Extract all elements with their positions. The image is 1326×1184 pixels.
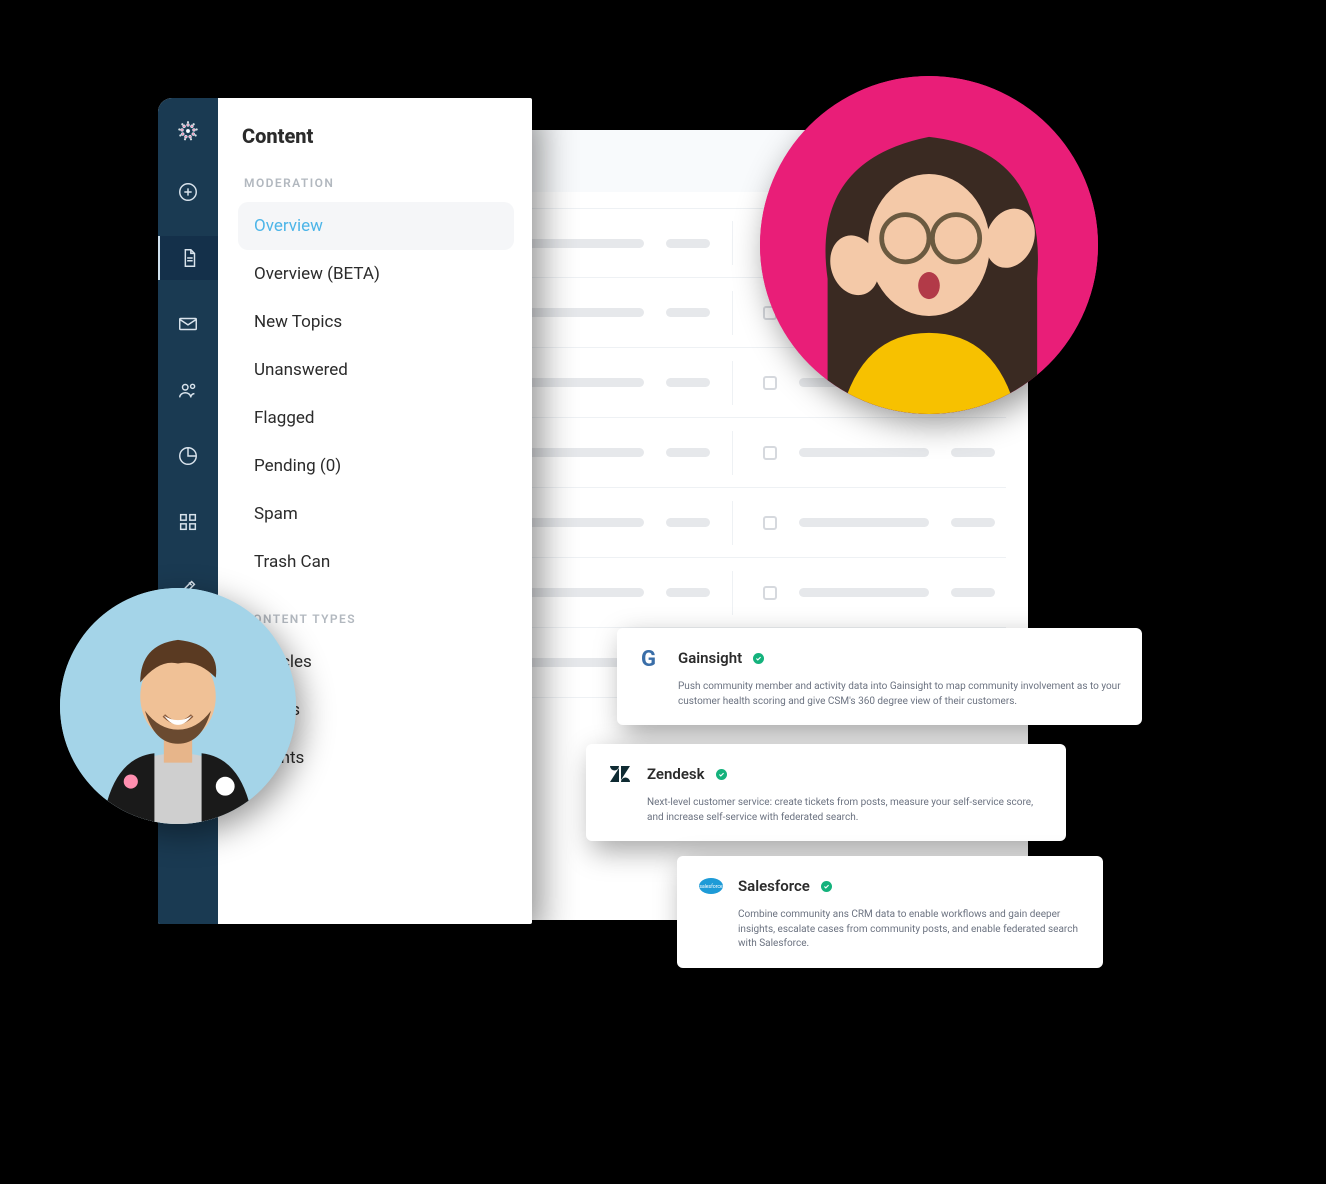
placeholder-text xyxy=(666,448,710,457)
placeholder-text xyxy=(951,588,995,597)
avatar-man xyxy=(60,588,296,824)
column-separator xyxy=(732,221,733,265)
placeholder-text xyxy=(666,378,710,387)
table-row[interactable] xyxy=(514,488,1006,558)
placeholder-text xyxy=(666,308,710,317)
integration-description: Next-level customer service: create tick… xyxy=(647,796,1048,825)
app-logo-icon[interactable] xyxy=(171,114,205,148)
add-icon[interactable] xyxy=(170,170,206,214)
placeholder-text xyxy=(514,308,644,317)
placeholder-text xyxy=(514,239,644,248)
gainsight-icon: G xyxy=(635,642,667,674)
document-icon[interactable] xyxy=(158,236,218,280)
verified-icon xyxy=(716,769,727,780)
placeholder-text xyxy=(799,448,929,457)
apps-icon[interactable] xyxy=(170,500,206,544)
table-row[interactable] xyxy=(514,418,1006,488)
avatar-woman xyxy=(760,76,1098,414)
column-separator xyxy=(732,361,733,405)
verified-icon xyxy=(753,653,764,664)
salesforce-icon: salesforce xyxy=(695,870,727,902)
panel-title: Content xyxy=(242,124,514,148)
column-separator xyxy=(732,431,733,475)
placeholder-text xyxy=(666,588,710,597)
placeholder-text xyxy=(514,518,644,527)
placeholder-text xyxy=(799,518,929,527)
integration-title: Salesforce xyxy=(738,877,810,895)
placeholder-text xyxy=(799,588,929,597)
integration-card-gainsight[interactable]: G Gainsight Push community member and ac… xyxy=(617,628,1142,725)
menu-item-unanswered[interactable]: Unanswered xyxy=(238,346,514,394)
table-row[interactable] xyxy=(514,558,1006,628)
placeholder-text xyxy=(514,588,644,597)
users-icon[interactable] xyxy=(170,368,206,412)
menu-item-new-topics[interactable]: New Topics xyxy=(238,298,514,346)
menu-item-flagged[interactable]: Flagged xyxy=(238,394,514,442)
placeholder-text xyxy=(666,239,710,248)
zendesk-icon xyxy=(604,758,636,790)
menu-item-overview-beta[interactable]: Overview (BETA) xyxy=(238,250,514,298)
verified-icon xyxy=(821,881,832,892)
column-separator xyxy=(732,291,733,335)
row-checkbox[interactable] xyxy=(763,586,777,600)
menu-item-trash[interactable]: Trash Can xyxy=(238,538,514,586)
menu-item-pending[interactable]: Pending (0) xyxy=(238,442,514,490)
analytics-icon[interactable] xyxy=(170,434,206,478)
placeholder-text xyxy=(951,518,995,527)
placeholder-text xyxy=(666,518,710,527)
menu-item-spam[interactable]: Spam xyxy=(238,490,514,538)
integration-title: Gainsight xyxy=(678,649,742,667)
column-separator xyxy=(732,501,733,545)
integration-description: Push community member and activity data … xyxy=(678,680,1124,709)
row-checkbox[interactable] xyxy=(763,446,777,460)
row-checkbox[interactable] xyxy=(763,516,777,530)
svg-text:G: G xyxy=(641,647,656,672)
integration-card-zendesk[interactable]: Zendesk Next-level customer service: cre… xyxy=(586,744,1066,841)
placeholder-text xyxy=(514,448,644,457)
mail-icon[interactable] xyxy=(170,302,206,346)
svg-text:salesforce: salesforce xyxy=(699,883,723,890)
placeholder-text xyxy=(951,448,995,457)
section-header-moderation: MODERATION xyxy=(244,176,514,190)
column-separator xyxy=(732,571,733,615)
integration-description: Combine community ans CRM data to enable… xyxy=(738,908,1085,952)
integration-card-salesforce[interactable]: salesforce Salesforce Combine community … xyxy=(677,856,1103,968)
placeholder-text xyxy=(514,378,644,387)
menu-item-overview[interactable]: Overview xyxy=(238,202,514,250)
integration-title: Zendesk xyxy=(647,765,705,783)
